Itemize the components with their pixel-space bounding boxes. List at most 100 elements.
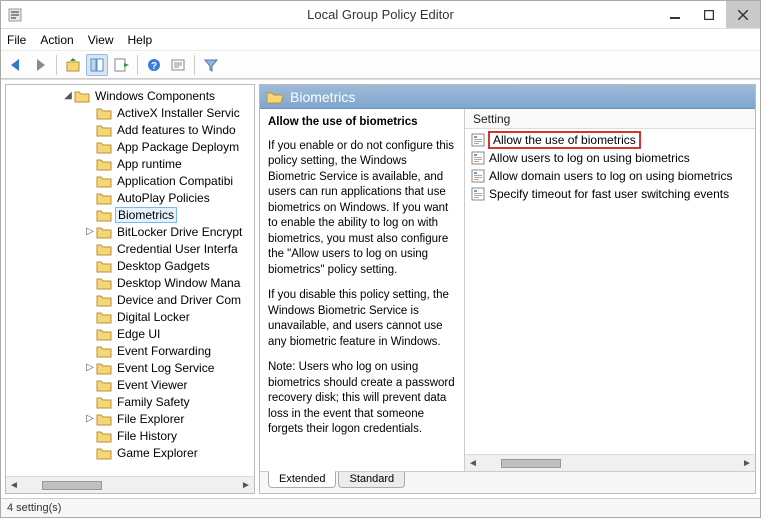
tree-node-label: Digital Locker [115,310,192,324]
expand-icon[interactable]: ▷ [84,226,96,237]
folder-icon [96,361,112,375]
menu-action[interactable]: Action [40,33,73,47]
settings-list: Allow the use of biometricsAllow users t… [465,129,755,454]
scroll-thumb[interactable] [42,481,102,490]
tree-node[interactable]: Add features to Windo [6,121,254,138]
tree-node[interactable]: ▷ Event Log Service [6,359,254,376]
tab-standard[interactable]: Standard [338,472,405,488]
show-hide-tree-button[interactable] [86,54,108,76]
forward-button[interactable] [29,54,51,76]
folder-icon [96,276,112,290]
menu-file[interactable]: File [7,33,26,47]
folder-icon [96,242,112,256]
expand-icon[interactable]: ▷ [84,362,96,373]
details-body: Allow the use of biometrics If you enabl… [260,109,755,471]
expand-icon[interactable]: ▷ [84,413,96,424]
tree-node[interactable]: Digital Locker [6,308,254,325]
properties-button[interactable] [167,54,189,76]
tree-node-root[interactable]: ◢Windows Components [6,87,254,104]
policy-setting-icon [471,187,485,201]
tree-node-label: Biometrics [115,207,177,223]
help-button[interactable]: ? [143,54,165,76]
tree-pane[interactable]: ◢Windows Components ActiveX Installer Ser… [5,84,255,494]
toolbar-separator [194,55,195,75]
settings-list-header[interactable]: Setting [465,109,755,129]
folder-icon [96,412,112,426]
folder-open-icon [266,89,284,105]
menu-view[interactable]: View [88,33,114,47]
setting-row[interactable]: Allow users to log on using biometrics [469,149,751,167]
folder-icon [74,89,90,103]
tree-node-label: File Explorer [115,412,186,426]
tree-node[interactable]: Application Compatibi [6,172,254,189]
tab-extended[interactable]: Extended [268,471,336,488]
app-icon [7,7,23,23]
folder-icon [96,395,112,409]
toolbar: ? [1,51,760,79]
folder-icon [96,157,112,171]
tree-node-label: AutoPlay Policies [115,191,212,205]
tree-node-label: ActiveX Installer Servic [115,106,242,120]
tree-node[interactable]: App Package Deploym [6,138,254,155]
folder-icon [96,293,112,307]
svg-text:?: ? [151,61,157,72]
tree-node[interactable]: Credential User Interfa [6,240,254,257]
tree-node-label: File History [115,429,179,443]
scroll-right-icon[interactable]: ► [739,458,755,469]
filter-button[interactable] [200,54,222,76]
tree-node[interactable]: ▷ File Explorer [6,410,254,427]
export-list-button[interactable] [110,54,132,76]
tree-node-label: BitLocker Drive Encrypt [115,225,244,239]
setting-row[interactable]: Allow the use of biometrics [469,131,751,149]
folder-icon [96,378,112,392]
menu-help[interactable]: Help [128,33,153,47]
tree-node[interactable]: Desktop Gadgets [6,257,254,274]
tree-node[interactable]: ActiveX Installer Servic [6,104,254,121]
tree-node[interactable]: ▷ BitLocker Drive Encrypt [6,223,254,240]
tree-node-label: App runtime [115,157,184,171]
details-header: Biometrics [260,85,755,109]
tree-node[interactable]: AutoPlay Policies [6,189,254,206]
tree-node[interactable]: App runtime [6,155,254,172]
tree-horizontal-scrollbar[interactable]: ◄ ► [6,476,254,493]
titlebar: Local Group Policy Editor [1,1,760,29]
list-horizontal-scrollbar[interactable]: ◄ ► [465,454,755,471]
tree-node[interactable]: Family Safety [6,393,254,410]
scroll-left-icon[interactable]: ◄ [6,480,22,491]
status-text: 4 setting(s) [7,502,61,514]
close-button[interactable] [726,1,760,28]
scroll-thumb[interactable] [501,459,561,468]
tree-node-label: Desktop Window Mana [115,276,242,290]
menubar: File Action View Help [1,29,760,51]
up-one-level-button[interactable] [62,54,84,76]
minimize-button[interactable] [658,1,692,28]
scroll-left-icon[interactable]: ◄ [465,458,481,469]
tree-node[interactable]: File History [6,427,254,444]
tree-node[interactable]: Game Explorer [6,444,254,461]
tree-node-label: App Package Deploym [115,140,241,154]
setting-row[interactable]: Specify timeout for fast user switching … [469,185,751,203]
tree-node[interactable]: Event Forwarding [6,342,254,359]
folder-icon [96,208,112,222]
toolbar-separator [137,55,138,75]
collapse-icon[interactable]: ◢ [62,90,74,101]
setting-row[interactable]: Allow domain users to log on using biome… [469,167,751,185]
tree-node-label: Game Explorer [115,446,200,460]
tree-node-label: Event Log Service [115,361,216,375]
view-tabs: Extended Standard [260,471,755,493]
tree-node[interactable]: Edge UI [6,325,254,342]
folder-icon [96,344,112,358]
tree-node[interactable]: Device and Driver Com [6,291,254,308]
description-paragraph: If you enable or do not configure this p… [268,139,456,279]
tree-node[interactable]: Event Viewer [6,376,254,393]
window-controls [658,1,760,28]
description-column: Allow the use of biometrics If you enabl… [260,109,465,471]
back-button[interactable] [5,54,27,76]
tree-node[interactable]: Desktop Window Mana [6,274,254,291]
details-pane: Biometrics Allow the use of biometrics I… [259,84,756,494]
tree-node[interactable]: Biometrics [6,206,254,223]
maximize-button[interactable] [692,1,726,28]
folder-icon [96,123,112,137]
scroll-right-icon[interactable]: ► [238,480,254,491]
tree-node-label: Event Viewer [115,378,189,392]
